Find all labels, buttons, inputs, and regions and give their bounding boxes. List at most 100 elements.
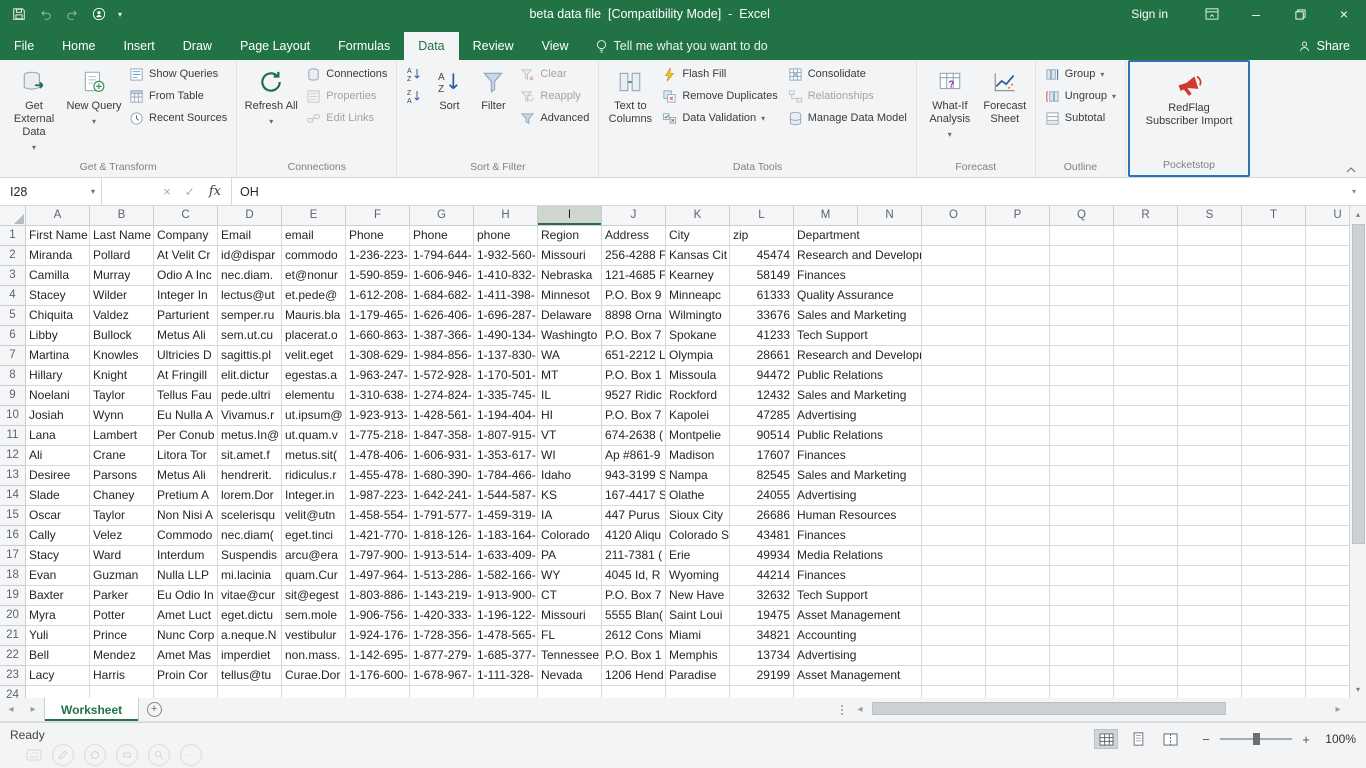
grid-cell[interactable]	[1306, 246, 1349, 266]
grid-cell[interactable]: Montpelie	[666, 426, 730, 446]
grid-cell[interactable]	[1050, 486, 1114, 506]
row-header-6[interactable]: 6	[0, 326, 26, 346]
row-header-2[interactable]: 2	[0, 246, 26, 266]
column-header-U[interactable]: U	[1306, 206, 1349, 226]
grid-cell[interactable]: Commodo	[154, 526, 218, 546]
grid-cell[interactable]: Company	[154, 226, 218, 246]
sort-button[interactable]: AZ Sort	[427, 62, 471, 113]
grid-cell[interactable]	[1114, 366, 1178, 386]
grid-cell[interactable]: Human Resources	[794, 506, 922, 526]
column-header-R[interactable]: R	[1114, 206, 1178, 226]
column-header-G[interactable]: G	[410, 206, 474, 226]
grid-cell[interactable]	[1178, 286, 1242, 306]
grid-cell[interactable]: Sales and Marketing	[794, 306, 922, 326]
grid-cell[interactable]: 211-7381 (	[602, 546, 666, 566]
grid-cell[interactable]: et@nonur	[282, 266, 346, 286]
grid-cell[interactable]	[1050, 406, 1114, 426]
grid-cell[interactable]: Stacy	[26, 546, 90, 566]
grid-cell[interactable]: 1-458-554-	[346, 506, 410, 526]
grid-cell[interactable]	[922, 646, 986, 666]
row-header-19[interactable]: 19	[0, 586, 26, 606]
grid-cell[interactable]: 1-478-565-	[474, 626, 538, 646]
normal-view-button[interactable]	[1094, 729, 1118, 749]
grid-cell[interactable]: Chaney	[90, 486, 154, 506]
grid-cell[interactable]: Phone	[410, 226, 474, 246]
grid-cell[interactable]: eget.tinci	[282, 526, 346, 546]
grid-cell[interactable]: 1-818-126-	[410, 526, 474, 546]
grid-cell[interactable]: Nulla LLP	[154, 566, 218, 586]
grid-cell[interactable]: Colorado	[538, 526, 602, 546]
grid-cell[interactable]: Advertising	[794, 646, 922, 666]
grid-cell[interactable]: Media Relations	[794, 546, 922, 566]
grid-cell[interactable]: Finances	[794, 266, 922, 286]
grid-cell[interactable]	[986, 526, 1050, 546]
grid-cell[interactable]: metus.In@	[218, 426, 282, 446]
grid-cell[interactable]	[1050, 366, 1114, 386]
grid-cell[interactable]: Metus Ali	[154, 466, 218, 486]
grid-cell[interactable]	[410, 686, 474, 698]
grid-cell[interactable]: 24055	[730, 486, 794, 506]
grid-cell[interactable]: 1-194-404-	[474, 406, 538, 426]
grid-cell[interactable]	[346, 686, 410, 698]
row-header-16[interactable]: 16	[0, 526, 26, 546]
grid-cell[interactable]: quam.Cur	[282, 566, 346, 586]
grid-cell[interactable]: IA	[538, 506, 602, 526]
grid-cell[interactable]	[922, 666, 986, 686]
grid-cell[interactable]	[1114, 566, 1178, 586]
grid-cell[interactable]: Missoula	[666, 366, 730, 386]
grid-cell[interactable]: CT	[538, 586, 602, 606]
grid-cell[interactable]: Ap #861-9	[602, 446, 666, 466]
grid-cell[interactable]: Kansas Cit	[666, 246, 730, 266]
grid-cell[interactable]: Lacy	[26, 666, 90, 686]
qat-customize-button[interactable]: ▾	[118, 10, 122, 19]
grid-cell[interactable]: elementu	[282, 386, 346, 406]
grid-cell[interactable]	[1306, 286, 1349, 306]
grid-cell[interactable]	[986, 286, 1050, 306]
grid-cell[interactable]: Taylor	[90, 386, 154, 406]
reapply-filter-button[interactable]: Reapply	[515, 85, 594, 107]
grid-cell[interactable]: Advertising	[794, 486, 922, 506]
grid-cell[interactable]: ridiculus.r	[282, 466, 346, 486]
grid-cell[interactable]: scelerisqu	[218, 506, 282, 526]
grid-cell[interactable]: lorem.Dor	[218, 486, 282, 506]
horizontal-scroll-thumb[interactable]	[872, 701, 1227, 715]
grid-cell[interactable]	[1178, 386, 1242, 406]
grid-cell[interactable]	[1242, 286, 1306, 306]
get-external-data-button[interactable]: Get External Data ▾	[4, 62, 64, 154]
grid-cell[interactable]	[1242, 226, 1306, 246]
grid-cell[interactable]	[1306, 406, 1349, 426]
grid-cell[interactable]	[1114, 586, 1178, 606]
grid-cell[interactable]	[1306, 546, 1349, 566]
grid-cell[interactable]	[1114, 686, 1178, 698]
grid-cell[interactable]: 1-478-406-	[346, 446, 410, 466]
grid-cell[interactable]: 33676	[730, 306, 794, 326]
grid-cell[interactable]	[1242, 246, 1306, 266]
grid-cell[interactable]: ut.ipsum@	[282, 406, 346, 426]
grid-cell[interactable]	[1242, 426, 1306, 446]
grid-cell[interactable]	[282, 686, 346, 698]
grid-cell[interactable]	[1114, 526, 1178, 546]
grid-cell[interactable]: 1-179-465-	[346, 306, 410, 326]
grid-cell[interactable]	[1114, 386, 1178, 406]
grid-cell[interactable]: Email	[218, 226, 282, 246]
grid-cell[interactable]: Wynn	[90, 406, 154, 426]
scroll-down-button[interactable]: ▾	[1350, 681, 1366, 698]
grid-cell[interactable]: vitae@cur	[218, 586, 282, 606]
grid-cell[interactable]	[1306, 266, 1349, 286]
grid-cell[interactable]: 1-544-587-	[474, 486, 538, 506]
grid-cell[interactable]: 651-2212 L	[602, 346, 666, 366]
grid-cell[interactable]	[922, 626, 986, 646]
grid-cell[interactable]: 1206 Hend	[602, 666, 666, 686]
grid-cell[interactable]	[922, 486, 986, 506]
grid-cell[interactable]: Camilla	[26, 266, 90, 286]
grid-cell[interactable]	[1050, 546, 1114, 566]
grid-cell[interactable]	[1242, 546, 1306, 566]
grid-cell[interactable]: 1-642-241-	[410, 486, 474, 506]
column-header-L[interactable]: L	[730, 206, 794, 226]
grid-cell[interactable]: Eu Nulla A	[154, 406, 218, 426]
grid-cell[interactable]	[538, 686, 602, 698]
grid-cell[interactable]: Address	[602, 226, 666, 246]
grid-cell[interactable]: 1-923-913-	[346, 406, 410, 426]
grid-cell[interactable]: Minnesot	[538, 286, 602, 306]
row-header-23[interactable]: 23	[0, 666, 26, 686]
